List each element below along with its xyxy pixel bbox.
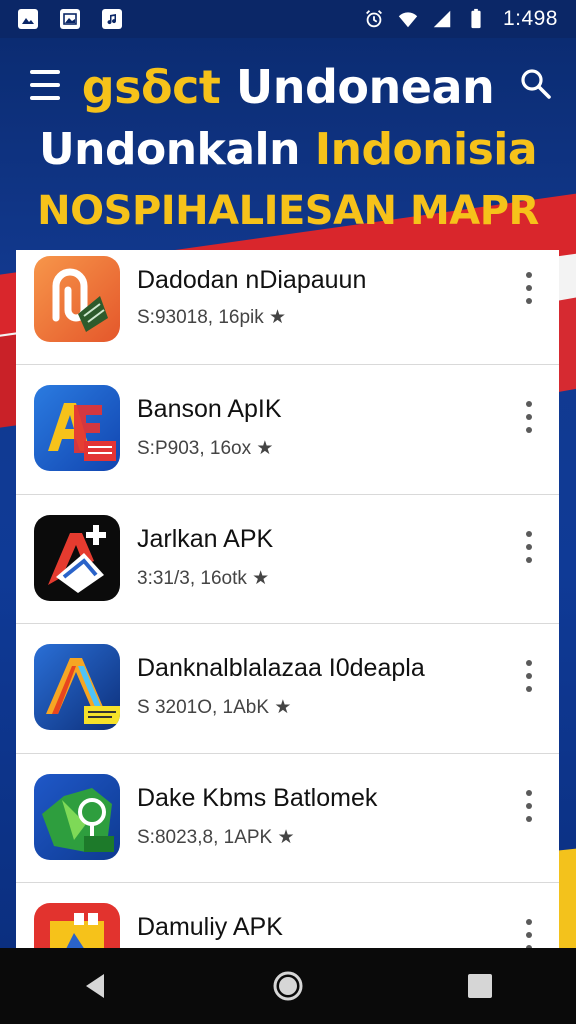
recents-icon[interactable] — [458, 964, 502, 1008]
app-name: Dake Kbms Batlomek — [137, 783, 378, 812]
app-list: Dadodan nDiapauun S:93018, 16pik ★ Banso… — [16, 250, 559, 948]
orange-clip-app-icon — [34, 256, 120, 342]
signal-icon — [433, 10, 451, 28]
app-meta: S 3201O, 1AbK ★ — [137, 697, 292, 718]
header-title-line2-part1: Undonkaln — [38, 124, 300, 175]
wifi-icon — [398, 12, 418, 28]
app-name: Dadodan nDiapauun — [137, 266, 367, 294]
alarm-icon — [365, 10, 382, 28]
header-title-line1: gsδct Undonean — [0, 60, 576, 114]
app-meta: S:8023,8, 1APK ★ — [137, 826, 295, 848]
home-icon[interactable] — [266, 964, 310, 1008]
red-app-icon — [34, 903, 120, 948]
header-subtitle: NOSPIHALIESAN MAPR — [37, 188, 539, 234]
more-options-icon[interactable] — [519, 530, 539, 563]
green-map-app-icon — [34, 773, 120, 860]
app-meta: S:93018, 16pik ★ — [137, 307, 287, 328]
system-status-icons: 1:498 — [363, 7, 558, 31]
list-item[interactable]: Dake Kbms Batlomek S:8023,8, 1APK ★ — [16, 754, 559, 883]
header-title-line2-part2: Indonisia — [314, 124, 538, 175]
app-name: Danknalblalazaa I0deapla — [137, 654, 425, 682]
app-name: Damuliy APK — [137, 913, 283, 941]
header-title-line1-part2: Undonean — [235, 60, 495, 114]
blue-a-stripe-app-icon — [34, 644, 120, 730]
back-icon[interactable] — [74, 964, 118, 1008]
more-options-icon[interactable] — [519, 919, 539, 948]
status-bar: 1:498 — [0, 0, 576, 38]
clock: 1:498 — [502, 7, 558, 30]
navigation-bar — [0, 948, 576, 1024]
list-item[interactable]: Dadodan nDiapauun S:93018, 16pik ★ — [16, 250, 559, 365]
battery-icon — [471, 8, 481, 29]
more-options-icon[interactable] — [519, 401, 539, 433]
app-meta: 3:31/3, 16otk ★ — [137, 567, 270, 589]
app-header: gsδct Undonean Undonkaln Indonisia NOSPI… — [0, 38, 576, 250]
more-options-icon[interactable] — [519, 272, 539, 304]
list-item[interactable]: Damuliy APK — [16, 883, 559, 948]
black-a-plus-app-icon — [34, 514, 120, 601]
blue-ae-app-icon — [34, 385, 120, 471]
list-item[interactable]: Jarlkan APK 3:31/3, 16otk ★ — [16, 495, 559, 624]
list-item[interactable]: Banson ApIK S:P903, 16ox ★ — [16, 365, 559, 495]
music-icon — [102, 9, 122, 29]
more-options-icon[interactable] — [519, 789, 539, 822]
more-options-icon[interactable] — [519, 660, 539, 692]
app-name: Banson ApIK — [137, 395, 282, 423]
image-icon — [60, 9, 80, 29]
list-item[interactable]: Danknalblalazaa I0deapla S 3201O, 1AbK ★ — [16, 624, 559, 754]
image-icon — [18, 9, 38, 29]
app-meta: S:P903, 16ox ★ — [137, 438, 274, 459]
header-title-line2: Undonkaln Indonisia — [0, 124, 576, 175]
app-name: Jarlkan APK — [137, 524, 274, 553]
notification-icons — [18, 9, 122, 29]
header-title-line1-part1: gsδct — [81, 60, 221, 114]
